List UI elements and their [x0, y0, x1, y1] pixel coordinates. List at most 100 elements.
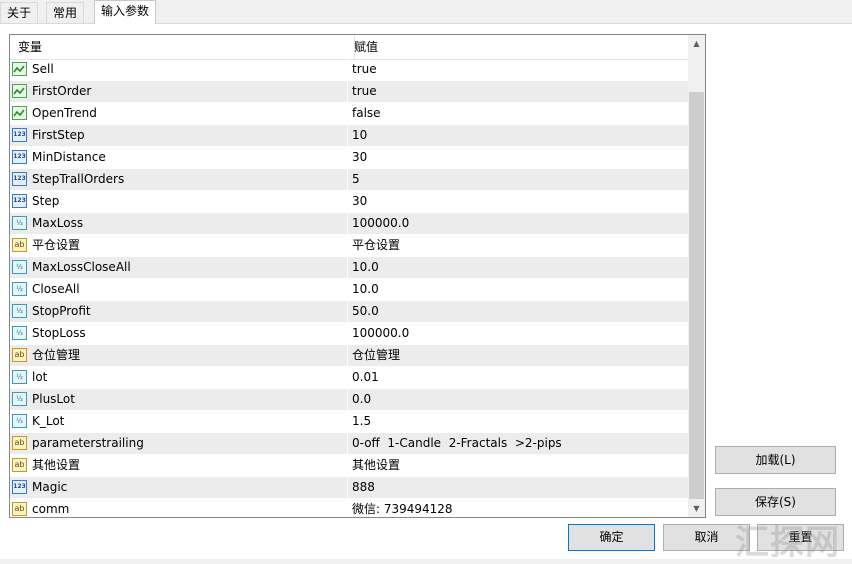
- table-row[interactable]: 123 FirstStep 10: [10, 125, 688, 147]
- table-row[interactable]: FirstOrder true: [10, 81, 688, 103]
- tab-about[interactable]: 关于: [0, 2, 39, 23]
- variable-cell[interactable]: ½ StopProfit: [10, 301, 348, 322]
- scroll-down-arrow-icon[interactable]: ▼: [688, 500, 705, 517]
- variable-name: StopProfit: [32, 304, 91, 318]
- tab-common[interactable]: 常用: [46, 2, 85, 23]
- table-row[interactable]: ½ MaxLoss 100000.0: [10, 213, 688, 235]
- value-cell[interactable]: 30: [348, 147, 692, 168]
- table-row[interactable]: ab 平仓设置 平仓设置: [10, 235, 688, 257]
- header-value[interactable]: 赋值: [347, 35, 694, 59]
- ok-button[interactable]: 确定: [568, 524, 655, 551]
- variable-name: PlusLot: [32, 392, 75, 406]
- value-cell[interactable]: 100000.0: [348, 213, 692, 234]
- value-cell[interactable]: 5: [348, 169, 692, 190]
- value-cell[interactable]: 100000.0: [348, 323, 692, 344]
- variable-cell[interactable]: 123 MinDistance: [10, 147, 348, 168]
- variable-cell[interactable]: ab 其他设置: [10, 455, 348, 476]
- table-row[interactable]: ab 仓位管理 仓位管理: [10, 345, 688, 367]
- value-cell[interactable]: 仓位管理: [348, 345, 692, 366]
- parameters-grid[interactable]: 变量 赋值 Sell true FirstOrder true OpenTrend fal…: [9, 34, 706, 518]
- value-cell[interactable]: 50.0: [348, 301, 692, 322]
- variable-name: parameterstrailing: [32, 436, 144, 450]
- variable-cell[interactable]: ½ lot: [10, 367, 348, 388]
- cancel-button[interactable]: 取消: [663, 524, 750, 551]
- value-cell[interactable]: 0.0: [348, 389, 692, 410]
- variable-cell[interactable]: ½ MaxLoss: [10, 213, 348, 234]
- variable-cell[interactable]: ab comm: [10, 499, 348, 517]
- double-icon: ½: [12, 392, 27, 406]
- table-row[interactable]: 123 StepTrallOrders 5: [10, 169, 688, 191]
- int-icon: 123: [12, 128, 27, 142]
- grid-header: 变量 赋值: [10, 35, 688, 60]
- string-icon: ab: [12, 458, 27, 472]
- variable-cell[interactable]: 123 Step: [10, 191, 348, 212]
- value-cell[interactable]: 10: [348, 125, 692, 146]
- value-cell[interactable]: 30: [348, 191, 692, 212]
- reset-button[interactable]: 重置: [757, 524, 844, 551]
- variable-cell[interactable]: 123 Magic: [10, 477, 348, 498]
- value-cell[interactable]: 10.0: [348, 279, 692, 300]
- value-cell[interactable]: 1.5: [348, 411, 692, 432]
- table-row[interactable]: ½ lot 0.01: [10, 367, 688, 389]
- table-row[interactable]: ½ PlusLot 0.0: [10, 389, 688, 411]
- variable-cell[interactable]: FirstOrder: [10, 81, 348, 102]
- variable-name: K_Lot: [32, 414, 65, 428]
- value-cell[interactable]: 10.0: [348, 257, 692, 278]
- value-cell[interactable]: 888: [348, 477, 692, 498]
- value-cell[interactable]: 0-off 1-Candle 2-Fractals >2-pips: [348, 433, 692, 454]
- value-cell[interactable]: false: [348, 103, 692, 124]
- table-row[interactable]: ½ StopProfit 50.0: [10, 301, 688, 323]
- vertical-scrollbar[interactable]: ▲ ▼: [688, 35, 705, 517]
- double-icon: ½: [12, 260, 27, 274]
- table-row[interactable]: ab parameterstrailing 0-off 1-Candle 2-Fra…: [10, 433, 688, 455]
- table-row[interactable]: 123 Magic 888: [10, 477, 688, 499]
- value-cell[interactable]: 0.01: [348, 367, 692, 388]
- variable-cell[interactable]: ½ MaxLossCloseAll: [10, 257, 348, 278]
- string-icon: ab: [12, 502, 27, 516]
- value-cell[interactable]: true: [348, 81, 692, 102]
- table-row[interactable]: Sell true: [10, 59, 688, 81]
- double-icon: ½: [12, 282, 27, 296]
- variable-cell[interactable]: ab parameterstrailing: [10, 433, 348, 454]
- save-button[interactable]: 保存(S): [715, 488, 836, 516]
- header-variable[interactable]: 变量: [10, 35, 355, 59]
- int-icon: 123: [12, 150, 27, 164]
- tab-bar: 关于 常用 输入参数: [0, 0, 852, 24]
- variable-cell[interactable]: 123 FirstStep: [10, 125, 348, 146]
- table-row[interactable]: ½ MaxLossCloseAll 10.0: [10, 257, 688, 279]
- table-row[interactable]: ½ CloseAll 10.0: [10, 279, 688, 301]
- string-icon: ab: [12, 348, 27, 362]
- table-row[interactable]: ab 其他设置 其他设置: [10, 455, 688, 477]
- variable-cell[interactable]: ab 平仓设置: [10, 235, 348, 256]
- variable-cell[interactable]: ½ CloseAll: [10, 279, 348, 300]
- table-row[interactable]: ½ K_Lot 1.5: [10, 411, 688, 433]
- variable-cell[interactable]: 123 StepTrallOrders: [10, 169, 348, 190]
- load-button[interactable]: 加载(L): [715, 446, 836, 474]
- tab-inputs[interactable]: 输入参数: [94, 0, 157, 24]
- scroll-up-arrow-icon[interactable]: ▲: [688, 35, 705, 52]
- variable-cell[interactable]: ½ K_Lot: [10, 411, 348, 432]
- table-row[interactable]: 123 Step 30: [10, 191, 688, 213]
- value-cell[interactable]: 平仓设置: [348, 235, 692, 256]
- double-icon: ½: [12, 414, 27, 428]
- variable-cell[interactable]: ab 仓位管理: [10, 345, 348, 366]
- string-icon: ab: [12, 436, 27, 450]
- scrollbar-thumb[interactable]: [689, 92, 704, 499]
- table-row[interactable]: 123 MinDistance 30: [10, 147, 688, 169]
- variable-name: FirstOrder: [32, 84, 92, 98]
- table-row[interactable]: OpenTrend false: [10, 103, 688, 125]
- value-cell[interactable]: 其他设置: [348, 455, 692, 476]
- variable-cell[interactable]: ½ StopLoss: [10, 323, 348, 344]
- variable-name: Magic: [32, 480, 68, 494]
- variable-name: MaxLossCloseAll: [32, 260, 131, 274]
- variable-name: comm: [32, 502, 70, 516]
- double-icon: ½: [12, 304, 27, 318]
- double-icon: ½: [12, 326, 27, 340]
- variable-cell[interactable]: ½ PlusLot: [10, 389, 348, 410]
- value-cell[interactable]: true: [348, 59, 692, 80]
- value-cell[interactable]: 微信: 739494128: [348, 499, 692, 517]
- variable-cell[interactable]: OpenTrend: [10, 103, 348, 124]
- table-row[interactable]: ab comm 微信: 739494128: [10, 499, 688, 517]
- variable-cell[interactable]: Sell: [10, 59, 348, 80]
- table-row[interactable]: ½ StopLoss 100000.0: [10, 323, 688, 345]
